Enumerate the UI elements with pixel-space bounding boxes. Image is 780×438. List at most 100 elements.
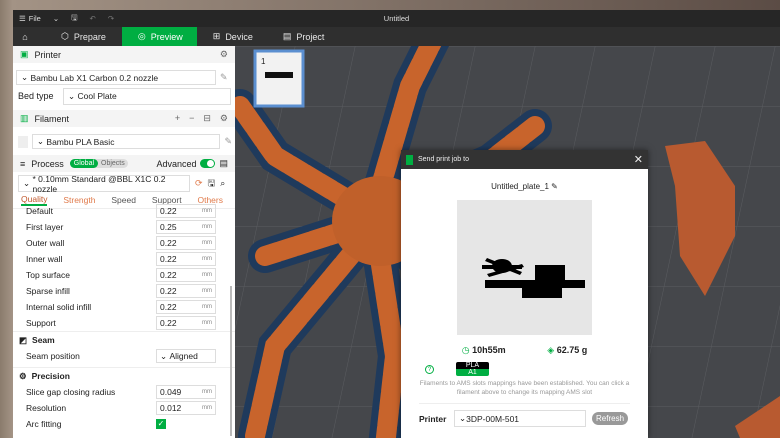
undo-icon[interactable]: ↶	[84, 14, 102, 23]
print-time: 10h55m	[472, 345, 506, 355]
save-preset-icon[interactable]: 🖫	[208, 176, 216, 192]
scrollbar[interactable]	[230, 286, 232, 436]
row-value: 0.22	[160, 238, 177, 248]
layer-height-row: Default 0.22 mm	[13, 203, 235, 219]
row-label: Outer wall	[26, 238, 65, 248]
plate-name-row: Untitled_plate_1 ✎	[401, 182, 648, 191]
window-title: Untitled	[383, 14, 410, 23]
help-icon[interactable]: ?	[425, 364, 434, 374]
row-label: Seam position	[26, 351, 80, 361]
layer-height-row: Internal solid infill 0.22 mm	[13, 299, 235, 315]
value-input[interactable]: 0.049 mm	[156, 385, 216, 399]
tab-prepare[interactable]: ⬡ Prepare	[37, 27, 122, 46]
compare-icon[interactable]: ▤	[219, 158, 228, 169]
filament-icon: ▥	[20, 113, 29, 123]
printer-select[interactable]: ⌄ Bambu Lab X1 Carbon 0.2 nozzle	[16, 70, 216, 85]
menu-icon: ☰	[19, 14, 26, 23]
unit: mm	[202, 389, 212, 395]
value-input[interactable]: 0.22 mm	[156, 204, 216, 218]
row-value: 0.22	[160, 302, 177, 312]
unit: mm	[202, 405, 212, 411]
add-filament-button[interactable]: +	[175, 113, 180, 124]
tab-project[interactable]: ▤ Project	[267, 27, 339, 46]
arc-fitting-checkbox[interactable]: ✓	[156, 419, 166, 429]
tab-speed[interactable]: Speed	[111, 195, 136, 205]
edit-icon[interactable]: ✎	[224, 136, 232, 147]
row-label: Top surface	[26, 270, 70, 280]
filament-title: Filament	[34, 113, 70, 124]
unit: mm	[202, 240, 212, 246]
value-input[interactable]: 0.22 mm	[156, 316, 216, 330]
layer-height-row: Sparse infill 0.22 mm	[13, 283, 235, 299]
ams-slot: A1	[456, 369, 489, 376]
unit: mm	[202, 304, 212, 310]
advanced-switch[interactable]	[200, 159, 216, 168]
close-icon[interactable]: ✕	[634, 153, 643, 166]
value-input[interactable]: 0.22 mm	[156, 236, 216, 250]
settings-gear-icon[interactable]: ⚙	[220, 49, 228, 60]
filament-mapping-slot[interactable]: PLA A1	[456, 362, 489, 376]
value-input[interactable]: 0.22 mm	[156, 268, 216, 282]
save-icon[interactable]: 🖫	[65, 12, 83, 25]
unit: mm	[202, 272, 212, 278]
remove-filament-button[interactable]: −	[189, 113, 194, 124]
row-label: Support	[26, 318, 56, 328]
filament-select[interactable]: ⌄ Bambu PLA Basic	[31, 134, 221, 149]
seam-position-select[interactable]: ⌄ Aligned	[156, 349, 216, 363]
refresh-button[interactable]: Refresh	[592, 412, 629, 426]
redo-icon[interactable]: ↷	[102, 14, 120, 23]
value-input[interactable]: 0.22 mm	[156, 252, 216, 266]
home-icon[interactable]: ⌂	[13, 27, 37, 46]
plate-preview	[265, 72, 293, 78]
value-input[interactable]: 0.22 mm	[156, 300, 216, 314]
reset-icon[interactable]: ⟳	[195, 178, 203, 189]
model-silhouette	[482, 258, 585, 298]
row-value: 0.22	[160, 206, 177, 216]
tab-quality[interactable]: Quality	[21, 194, 48, 206]
row-label: Arc fitting	[26, 419, 62, 429]
device-icon: ⊞	[212, 31, 221, 41]
row-value: 0.22	[160, 270, 177, 280]
value-input[interactable]: 0.012 mm	[156, 401, 216, 415]
value-input[interactable]: 0.22 mm	[156, 284, 216, 298]
seam-title: Seam	[32, 335, 55, 345]
clock-icon: ◷	[461, 345, 470, 355]
file-menu[interactable]: ☰ File	[13, 14, 47, 23]
edit-icon[interactable]: ✎	[220, 72, 228, 83]
unit: mm	[202, 256, 212, 262]
value-input[interactable]: 0.25 mm	[156, 220, 216, 234]
tab-label: Device	[225, 31, 253, 42]
filament-gear-icon[interactable]: ⚙	[220, 113, 228, 124]
process-icon: ≡	[20, 158, 26, 169]
layer-height-row: Outer wall 0.22 mm	[13, 235, 235, 251]
row-label: Default	[26, 206, 53, 216]
process-preset-select[interactable]: ⌄ * 0.10mm Standard @BBL X1C 0.2 nozzle	[18, 174, 190, 194]
row-label: Inner wall	[26, 254, 63, 264]
plate-preview	[457, 200, 592, 335]
dropdown-chevron-icon[interactable]: ⌄	[47, 14, 65, 23]
tab-device[interactable]: ⊞ Device	[197, 27, 267, 46]
seam-icon: ◩	[19, 334, 28, 345]
row-value: 0.049	[160, 387, 182, 397]
file-label: File	[28, 14, 41, 23]
row-label: Sparse infill	[26, 286, 70, 296]
printer-title: Printer	[34, 49, 62, 60]
printer-target-select[interactable]: ⌄ 3DP-00M-501	[454, 410, 586, 428]
row-label: First layer	[26, 222, 64, 232]
tab-strength[interactable]: Strength	[63, 195, 95, 205]
tab-preview[interactable]: ◎ Preview	[121, 27, 197, 46]
sync-icon[interactable]: ⊟	[203, 113, 211, 124]
bed-type-select[interactable]: ⌄ Cool Plate	[63, 87, 231, 105]
objects-toggle[interactable]: Objects	[98, 159, 128, 168]
tab-label: Project	[296, 31, 325, 42]
row-value: Aligned	[169, 351, 198, 361]
global-toggle[interactable]: Global	[69, 159, 99, 168]
filament-color-swatch[interactable]	[18, 135, 28, 148]
edit-name-icon[interactable]: ✎	[551, 182, 558, 191]
row-label: Internal solid infill	[26, 302, 92, 312]
plate-number: 1	[261, 57, 266, 66]
search-icon[interactable]: ⌕	[220, 178, 225, 189]
row-label: Resolution	[26, 403, 67, 413]
printer-name: Bambu Lab X1 Carbon 0.2 nozzle	[30, 72, 159, 83]
row-value: 0.012	[160, 403, 182, 413]
